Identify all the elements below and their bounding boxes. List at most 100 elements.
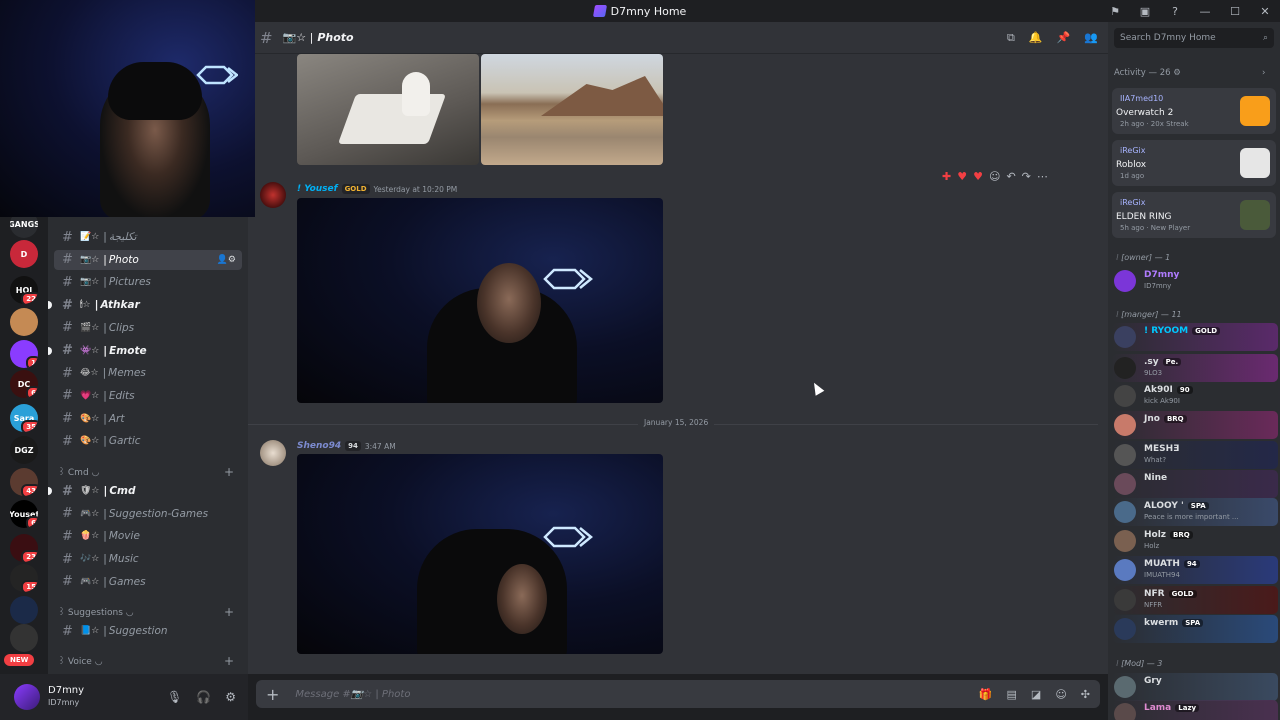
members-icon[interactable]: 👥: [1084, 31, 1098, 45]
server-icon[interactable]: [10, 624, 38, 652]
pin-icon[interactable]: 📌: [1057, 31, 1071, 45]
channel-item[interactable]: # 🎨☆ | Art: [54, 409, 242, 429]
activity-card[interactable]: IIA7med10 Overwatch 2 2h ago · 20x Streak: [1112, 88, 1276, 134]
message-author[interactable]: Sheno94: [297, 441, 341, 451]
microphone-icon[interactable]: 🎙: [167, 690, 182, 704]
channel-item[interactable]: # 📷☆ | Pictures: [54, 272, 242, 292]
gif-icon[interactable]: ▤: [1007, 688, 1017, 701]
sticker-icon[interactable]: ◪: [1031, 688, 1041, 701]
server-icon[interactable]: 43: [10, 468, 38, 496]
message-input[interactable]: Message #📷☆ | Photo: [295, 689, 410, 700]
add-reaction-icon[interactable]: ☺: [989, 170, 1000, 183]
emoji-icon[interactable]: ☺: [1055, 688, 1066, 701]
avatar[interactable]: [14, 684, 40, 710]
server-icon[interactable]: 1: [10, 340, 38, 368]
member-item[interactable]: ! RYOOM GOLD: [1112, 323, 1278, 351]
member-item[interactable]: .sy Pe. 9LO3: [1112, 354, 1278, 382]
server-icon[interactable]: DGZ: [10, 436, 38, 464]
attachment-image[interactable]: [297, 54, 479, 165]
channel-item[interactable]: # 🎮☆ | Games: [54, 572, 242, 592]
category-header[interactable]: ꒱ Cmd ◡ +: [58, 464, 238, 480]
server-icon[interactable]: 15: [10, 564, 38, 592]
hash-icon: #: [62, 506, 73, 522]
game-logo-icon: [1240, 148, 1270, 178]
channel-item[interactable]: # 💗☆ | Edits: [54, 386, 242, 406]
date-divider: January 15, 2026: [248, 418, 1098, 427]
message-composer[interactable]: + Message #📷☆ | Photo 🎁 ▤ ◪ ☺ ✣: [256, 680, 1100, 708]
search-input[interactable]: Search D7mny Home ⌕: [1114, 28, 1274, 48]
new-badge[interactable]: NEW: [4, 654, 35, 666]
channel-item[interactable]: # 🍿☆ | Movie: [54, 526, 242, 546]
member-item[interactable]: kwerm SPA: [1112, 615, 1278, 643]
attachment-image[interactable]: [481, 54, 663, 165]
member-item[interactable]: Gry: [1112, 673, 1278, 701]
server-icon[interactable]: HOI 22: [10, 276, 38, 304]
hash-icon: #: [62, 274, 73, 290]
gift-icon[interactable]: 🎁: [979, 688, 993, 701]
activity-card[interactable]: iReGix Roblox 1d ago: [1112, 140, 1276, 186]
server-icon[interactable]: [10, 596, 38, 624]
server-icon[interactable]: 23: [10, 534, 38, 562]
message-timestamp: Yesterday at 10:20 PM: [373, 184, 458, 194]
forward-icon[interactable]: ↷: [1022, 170, 1031, 183]
member-item[interactable]: Lama Lazy: [1112, 700, 1278, 720]
member-item[interactable]: Jno BRQ: [1112, 411, 1278, 439]
avatar[interactable]: [260, 440, 286, 466]
reaction-heart-icon[interactable]: ♥: [957, 170, 967, 183]
channel-item[interactable]: # 📘☆ | Suggestion: [54, 621, 242, 641]
member-item[interactable]: D7mny ID7mny: [1112, 267, 1278, 295]
channel-item[interactable]: # 🎨☆ | Gartic: [54, 431, 242, 451]
channel-item[interactable]: # 📷☆ | Photo 👤⚙: [54, 249, 242, 270]
member-item[interactable]: ALOOY ' SPA Peace is more important ...: [1112, 498, 1278, 526]
channel-settings-icon[interactable]: 👤⚙: [217, 255, 236, 265]
channel-item[interactable]: # 🎬☆ | Clips: [54, 318, 242, 338]
chevron-right-icon[interactable]: ›: [1262, 68, 1265, 78]
server-icon[interactable]: Sara 35: [10, 404, 38, 432]
channel-item[interactable]: # 👾☆ | Emote: [48, 341, 242, 361]
member-item[interactable]: NFR GOLD NFFR: [1112, 586, 1278, 614]
message-author[interactable]: ! Yousef: [297, 184, 338, 194]
category-header[interactable]: ꒱ Voice ◡ +: [58, 653, 238, 669]
reply-icon[interactable]: ↶: [1006, 170, 1015, 183]
member-item[interactable]: Holz BRQ Holz: [1112, 527, 1278, 555]
inbox-icon[interactable]: ▣: [1130, 5, 1160, 18]
help-icon[interactable]: ?: [1160, 5, 1190, 18]
member-item[interactable]: Ak90I 90 kick Ak90I: [1112, 382, 1278, 410]
add-attachment-icon[interactable]: +: [266, 685, 279, 704]
category-header[interactable]: ꒱ Suggestions ◡ +: [58, 604, 238, 620]
member-name-row: ALOOY ' SPA: [1144, 501, 1209, 511]
server-icon[interactable]: DC 6: [10, 370, 38, 398]
channel-item[interactable]: # 🎮☆ | Suggestion-Games: [54, 504, 242, 524]
attachment-image[interactable]: [297, 198, 663, 403]
add-channel-icon[interactable]: +: [224, 465, 234, 479]
reaction-heart-icon[interactable]: ♥: [973, 170, 983, 183]
member-item[interactable]: MUATH 94 IMUATH94: [1112, 556, 1278, 584]
member-item[interactable]: Nine: [1112, 470, 1278, 498]
server-icon[interactable]: [10, 308, 38, 336]
more-icon[interactable]: ⋯: [1037, 170, 1048, 183]
channel-item[interactable]: # 🛡☆ | Cmd: [48, 481, 242, 501]
channel-item[interactable]: # 😂☆ | Memes: [54, 363, 242, 383]
member-item[interactable]: MESHƎ What?: [1112, 441, 1278, 469]
add-channel-icon[interactable]: +: [224, 654, 234, 668]
server-icon[interactable]: D: [10, 240, 38, 268]
avatar[interactable]: [260, 182, 286, 208]
activity-card[interactable]: iReGix ELDEN RING 5h ago · New Player: [1112, 192, 1276, 238]
close-button[interactable]: ✕: [1250, 5, 1280, 18]
gear-icon[interactable]: ⚙: [1173, 68, 1181, 78]
add-channel-icon[interactable]: +: [224, 605, 234, 619]
channel-item[interactable]: # 📝☆ | تكليجة: [54, 227, 242, 247]
minimize-button[interactable]: —: [1190, 5, 1220, 18]
apps-icon[interactable]: ✣: [1081, 688, 1090, 701]
maximize-button[interactable]: ☐: [1220, 5, 1250, 18]
reaction-heart-icon[interactable]: ✚: [942, 170, 951, 183]
gear-icon[interactable]: ⚙: [225, 690, 236, 704]
channel-item[interactable]: # 🎶☆ | Music: [54, 549, 242, 569]
bell-icon[interactable]: 🔔: [1029, 31, 1043, 45]
flag-icon[interactable]: ⚑: [1100, 5, 1130, 18]
server-icon[interactable]: Yousef 6: [10, 500, 38, 528]
headphones-icon[interactable]: 🎧: [196, 690, 211, 704]
threads-icon[interactable]: ⧉: [1007, 31, 1015, 45]
attachment-image[interactable]: [297, 454, 663, 654]
channel-item[interactable]: # 🕯☆ | Athkar: [48, 295, 242, 315]
